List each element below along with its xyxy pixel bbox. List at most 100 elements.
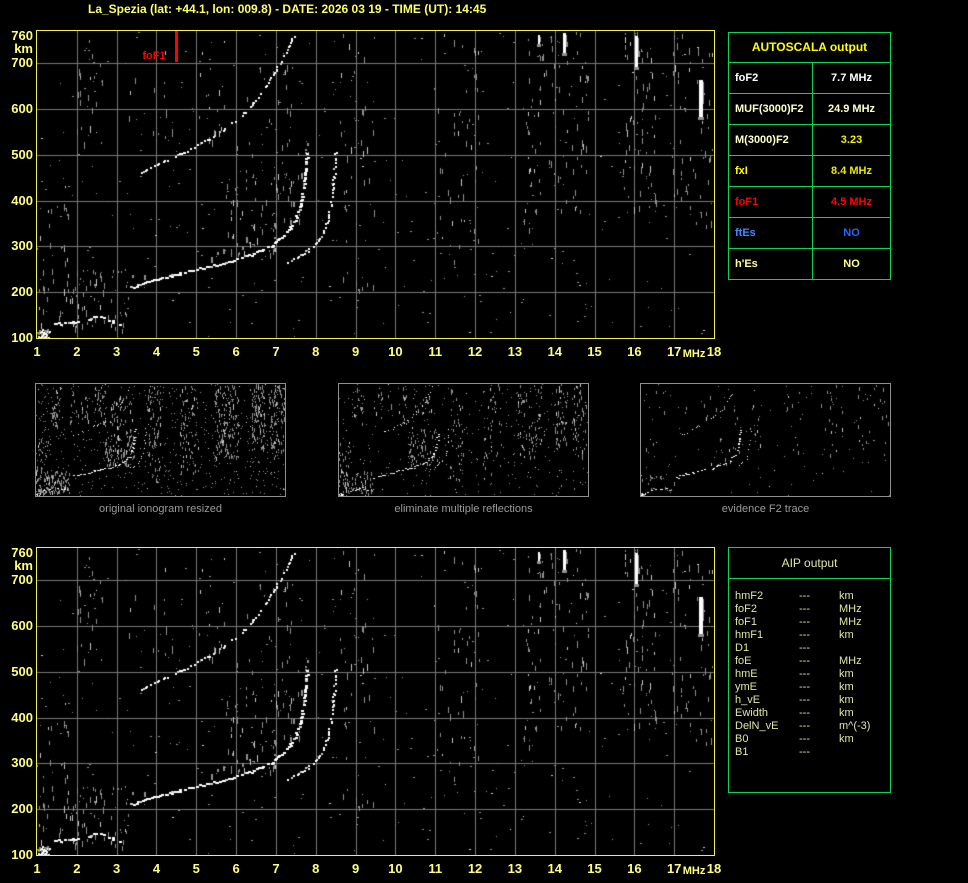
aip-row-label: B0: [735, 733, 749, 745]
y-axis-tick-300-bottom: 300: [11, 755, 33, 771]
x-axis-tick-7-main: 7: [272, 344, 280, 359]
autoscala-row-label: fxI: [729, 156, 813, 186]
x-axis-tick-15-main: 15: [587, 344, 602, 359]
x-axis-tick-2-main: 2: [73, 344, 81, 359]
x-axis-tick-11-bottom: 11: [428, 861, 443, 876]
thumbnail-canvas-evidence: [641, 384, 890, 496]
aip-row-unit: km: [839, 629, 854, 641]
x-axis-tick-16-bottom: 16: [627, 861, 642, 876]
ionogram-canvas-main: [37, 31, 714, 338]
x-axis-tick-12-main: 12: [467, 344, 483, 359]
autoscala-output-panel: AUTOSCALA output foF2 7.7 MHz MUF(3000)F2 2…: [728, 32, 891, 280]
aip-row-value: ---: [799, 746, 810, 758]
autoscala-row-value: NO: [843, 258, 860, 270]
ionogram-plot-bottom: [36, 547, 715, 856]
aip-row-hve: h_vE --- km: [729, 694, 890, 707]
autoscala-row-value: 24.9 MHz: [827, 103, 876, 115]
y-axis-tick-100-bottom: 100: [11, 847, 33, 862]
autoscala-row-label: M(3000)F2: [729, 125, 813, 155]
thumbnail-evidence-f2: [640, 383, 891, 497]
thumbnail-caption-eliminate: eliminate multiple reflections: [394, 503, 533, 515]
y-axis-tick-700-main: 700: [11, 55, 33, 71]
aip-row-label: foE: [735, 655, 752, 667]
aip-row-d1: D1 ---: [729, 642, 890, 655]
x-axis-tick-7-bottom: 7: [272, 861, 280, 876]
autoscala-row-label: ftEs: [729, 218, 813, 248]
y-axis-tick-600-main: 600: [11, 100, 33, 116]
aip-row-value: ---: [799, 707, 810, 719]
x-axis-tick-3-bottom: 3: [113, 861, 121, 876]
aip-row-value: ---: [799, 603, 810, 615]
x-axis-tick-1-main: 1: [33, 344, 41, 359]
x-axis-tick-10-bottom: 10: [388, 861, 403, 876]
aip-row-foe: foE --- MHz: [729, 655, 890, 668]
aip-row-value: ---: [799, 642, 810, 654]
x-axis-tick-3-main: 3: [113, 344, 121, 359]
y-axis-tick-300-main: 300: [11, 238, 33, 254]
aip-row-label: hmF2: [735, 590, 764, 602]
x-axis-tick-9-bottom: 9: [351, 861, 360, 876]
page-title: La_Spezia (lat: +44.1, lon: 009.8) - DAT…: [88, 2, 487, 16]
x-axis-tick-9-main: 9: [351, 344, 360, 359]
aip-row-value: ---: [799, 733, 810, 745]
y-axis-tick-400-main: 400: [11, 192, 33, 208]
aip-row-hme: hmE --- km: [729, 668, 890, 681]
aip-row-hmf2: hmF2 --- km: [729, 590, 890, 603]
aip-row-unit: km: [839, 668, 854, 680]
y-axis-tick-400-bottom: 400: [11, 709, 33, 725]
autoscala-row-m3000f2: M(3000)F2 3.23: [729, 124, 890, 155]
thumbnail-eliminate-reflections: [338, 383, 589, 497]
y-axis-tick-200-main: 200: [11, 284, 33, 300]
aip-row-fof1: foF1 --- MHz: [729, 616, 890, 629]
x-axis-tick-6-bottom: 6: [232, 861, 240, 876]
aip-row-b0: B0 --- km: [729, 733, 890, 746]
aip-row-label: D1: [735, 642, 750, 654]
x-axis-tick-11-main: 11: [428, 344, 443, 359]
fof1-marker-label: foF1: [142, 50, 166, 62]
x-axis-tick-12-bottom: 12: [467, 861, 483, 876]
ionogram-canvas-bottom: [37, 548, 714, 855]
fof1-marker-line: [175, 31, 178, 62]
autoscala-row-fof1: foF1 4.5 MHz: [729, 186, 890, 217]
aip-row-label: hmF1: [735, 629, 764, 641]
y-axis-tick-100-main: 100: [11, 330, 33, 345]
autoscala-panel-title: AUTOSCALA output: [751, 40, 868, 54]
ionogram-plot-main: [36, 30, 715, 339]
aip-row-unit: km: [839, 590, 854, 602]
thumbnail-canvas-eliminate: [339, 384, 588, 496]
aip-row-label: B1: [735, 746, 749, 758]
x-axis-tick-5-bottom: 5: [192, 861, 200, 876]
y-axis-tick-200-bottom: 200: [11, 801, 33, 817]
x-axis-tick-1-bottom: 1: [33, 861, 41, 876]
x-axis-tick-2-bottom: 2: [73, 861, 81, 876]
autoscala-row-ftes: ftEs NO: [729, 217, 890, 248]
aip-row-unit: [839, 746, 890, 759]
aip-row-unit: km: [839, 694, 854, 706]
aip-row-value: ---: [799, 720, 810, 732]
aip-row-unit: km: [839, 681, 854, 693]
aip-row-unit: m^(-3): [839, 720, 871, 732]
x-axis-unit-bottom: MHz: [682, 865, 706, 877]
x-axis-tick-4-main: 4: [152, 344, 161, 359]
aip-row-label: Ewidth: [735, 707, 769, 719]
y-axis-tick-500-bottom: 500: [11, 663, 33, 679]
autoscala-row-value: NO: [843, 227, 860, 239]
x-axis-tick-10-main: 10: [388, 344, 403, 359]
autoscala-row-label: foF1: [729, 187, 813, 217]
autoscala-row-muf3000f2: MUF(3000)F2 24.9 MHz: [729, 93, 890, 124]
autoscala-row-fof2: foF2 7.7 MHz: [729, 62, 890, 93]
x-axis-tick-15-bottom: 15: [587, 861, 602, 876]
aip-row-fof2: foF2 --- MHz: [729, 603, 890, 616]
autoscala-row-hes: h'Es NO: [729, 248, 890, 279]
y-axis-tick-700-bottom: 700: [11, 572, 33, 588]
y-axis-tick-500-main: 500: [11, 146, 33, 162]
y-axis-unit-bottom: km: [14, 557, 33, 573]
aip-panel-title: AIP output: [729, 548, 890, 579]
aip-row-value: ---: [799, 616, 810, 628]
x-axis-tick-16-main: 16: [627, 344, 642, 359]
autoscala-rows: foF2 7.7 MHz MUF(3000)F2 24.9 MHz M(3000)F2 3…: [729, 62, 890, 279]
autoscala-app-window: La_Spezia (lat: +44.1, lon: 009.8) - DAT…: [0, 0, 968, 883]
autoscala-row-label: foF2: [729, 63, 813, 93]
x-axis-unit-main: MHz: [682, 348, 706, 360]
x-axis-tick-8-bottom: 8: [312, 861, 320, 876]
